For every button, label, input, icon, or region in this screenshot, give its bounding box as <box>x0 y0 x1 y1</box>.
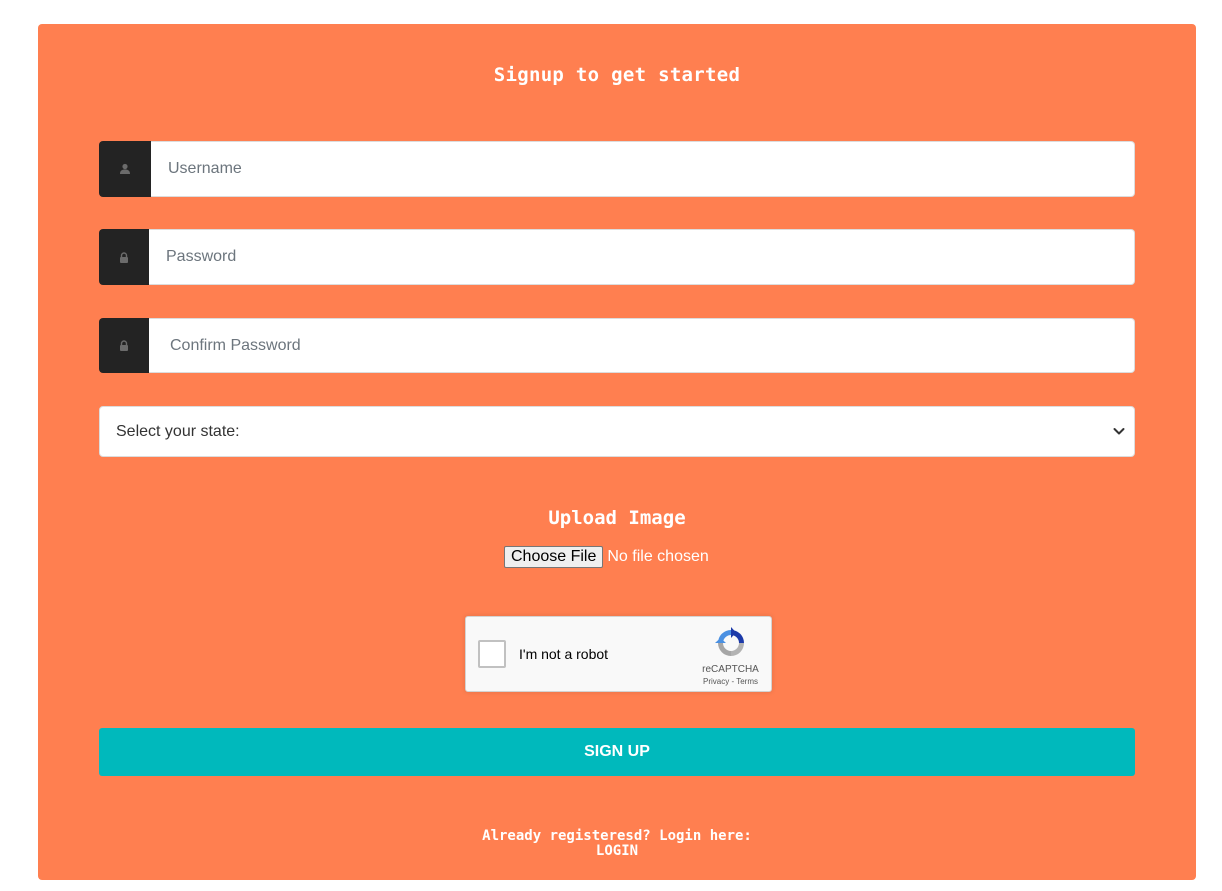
state-select-value: Select your state: <box>116 422 240 440</box>
chevron-down-icon <box>1112 424 1126 443</box>
password-input[interactable] <box>149 229 1135 285</box>
username-input[interactable] <box>151 141 1135 197</box>
lock-icon <box>99 229 149 285</box>
login-footer: Already registeresd? Login here: LOGIN <box>38 829 1196 859</box>
password-group <box>99 229 1135 285</box>
signup-card: Signup to get started Select y <box>38 24 1196 880</box>
recaptcha-privacy-terms[interactable]: Privacy - Terms <box>693 677 768 686</box>
page-title: Signup to get started <box>493 64 741 86</box>
confirm-password-group <box>99 318 1135 373</box>
login-prompt: Already registeresd? Login here: <box>482 828 752 844</box>
lock-icon <box>99 318 149 373</box>
recaptcha-brand: reCAPTCHA <box>702 664 759 675</box>
file-status: No file chosen <box>607 548 709 565</box>
recaptcha-widget: I'm not a robot reCAPTCHA Privacy - Term… <box>465 616 772 692</box>
upload-image-heading: Upload Image <box>548 507 686 529</box>
confirm-password-input[interactable] <box>149 318 1135 373</box>
recaptcha-checkbox[interactable] <box>478 640 506 668</box>
choose-file-button[interactable]: Choose File <box>504 546 604 568</box>
state-select[interactable]: Select your state: <box>99 406 1135 457</box>
login-link[interactable]: LOGIN <box>38 844 1196 859</box>
recaptcha-label: I'm not a robot <box>519 646 609 662</box>
username-group <box>99 141 1135 197</box>
user-icon <box>99 141 151 197</box>
sign-up-button[interactable]: SIGN UP <box>99 728 1135 776</box>
file-upload: Choose File No file chosen <box>504 546 709 568</box>
recaptcha-logo-icon <box>715 627 747 664</box>
